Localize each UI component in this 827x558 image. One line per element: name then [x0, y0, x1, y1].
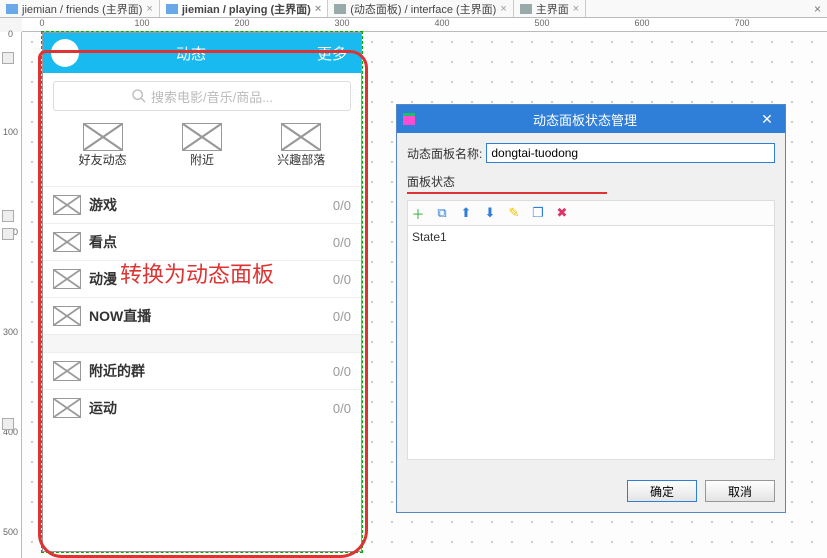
state-item[interactable]: State1 — [412, 230, 770, 244]
close-icon[interactable]: × — [500, 3, 506, 15]
list-section-1: 游戏0/0 看点0/0 动漫0/0 NOW直播0/0 — [43, 186, 361, 334]
icon-friends-feed[interactable]: 好友动态 — [79, 123, 127, 168]
panel-name-input[interactable] — [486, 143, 775, 163]
placeholder-icon — [281, 123, 321, 151]
close-icon[interactable]: ✕ — [749, 105, 785, 133]
list-item[interactable]: 运动0/0 — [43, 389, 361, 426]
header-more[interactable]: 更多 — [317, 43, 347, 64]
placeholder-icon — [182, 123, 222, 151]
list-item[interactable]: NOW直播0/0 — [43, 297, 361, 334]
header-title: 动态 — [79, 43, 303, 64]
tabs-close-icon[interactable]: × — [808, 2, 827, 16]
ok-button[interactable]: 确定 — [627, 480, 697, 502]
tab-friends[interactable]: jiemian / friends (主界面)× — [0, 0, 160, 17]
state-list[interactable]: State1 — [407, 225, 775, 460]
dialog-icon — [403, 113, 415, 125]
icon-interest[interactable]: 兴趣部落 — [277, 123, 325, 168]
copy-state-icon[interactable]: ⧉ — [434, 205, 450, 221]
tool-slot[interactable] — [2, 210, 14, 222]
red-underline-annotation — [407, 192, 607, 194]
search-input[interactable]: 搜索电影/音乐/商品... — [53, 81, 351, 111]
mobile-panel[interactable]: 动态 更多 搜索电影/音乐/商品... 好友动态 附近 兴趣部落 游戏0/0 看… — [42, 32, 362, 552]
duplicate-state-icon[interactable]: ❐ — [530, 205, 546, 221]
placeholder-icon — [53, 398, 81, 418]
avatar[interactable] — [51, 39, 79, 67]
delete-state-icon[interactable]: ✖ — [554, 205, 570, 221]
edit-state-icon[interactable]: ✎ — [506, 205, 522, 221]
placeholder-icon — [53, 306, 81, 326]
list-item[interactable]: 附近的群0/0 — [43, 352, 361, 389]
icon-row: 好友动态 附近 兴趣部落 — [51, 123, 353, 168]
tab-main[interactable]: 主界面× — [514, 0, 586, 17]
tab-strip: jiemian / friends (主界面)× jiemian / playi… — [0, 0, 827, 18]
move-up-icon[interactable]: ⬆ — [458, 205, 474, 221]
placeholder-icon — [53, 361, 81, 381]
list-item[interactable]: 游戏0/0 — [43, 186, 361, 223]
placeholder-icon — [53, 232, 81, 252]
close-icon[interactable]: × — [315, 3, 321, 15]
design-canvas[interactable]: 动态 更多 搜索电影/音乐/商品... 好友动态 附近 兴趣部落 游戏0/0 看… — [22, 32, 827, 558]
dialog-panel-state-manager: 动态面板状态管理 ✕ 动态面板名称: 面板状态 ＋ ⧉ ⬆ ⬇ ✎ ❐ ✖ St… — [396, 104, 786, 513]
close-icon[interactable]: × — [573, 3, 579, 15]
dialog-titlebar[interactable]: 动态面板状态管理 ✕ — [397, 105, 785, 133]
section-label: 面板状态 — [407, 173, 775, 190]
list-item[interactable]: 看点0/0 — [43, 223, 361, 260]
section-gap — [43, 334, 361, 352]
tab-playing[interactable]: jiemian / playing (主界面)× — [160, 0, 328, 17]
left-mini-toolbar — [2, 52, 16, 430]
move-down-icon[interactable]: ⬇ — [482, 205, 498, 221]
placeholder-icon — [83, 123, 123, 151]
panel-header: 动态 更多 — [43, 33, 361, 73]
tool-slot[interactable] — [2, 228, 14, 240]
cancel-button[interactable]: 取消 — [705, 480, 775, 502]
name-label: 动态面板名称: — [407, 145, 482, 162]
ruler-horizontal: 0 100 200 300 400 500 600 700 — [22, 18, 827, 32]
tool-slot[interactable] — [2, 52, 14, 64]
close-icon[interactable]: × — [146, 3, 152, 15]
search-icon — [131, 88, 147, 104]
list-section-2: 附近的群0/0 运动0/0 — [43, 352, 361, 426]
tool-slot[interactable] — [2, 418, 14, 430]
search-placeholder: 搜索电影/音乐/商品... — [151, 87, 273, 106]
state-toolbar: ＋ ⧉ ⬆ ⬇ ✎ ❐ ✖ — [407, 200, 775, 225]
dialog-title: 动态面板状态管理 — [421, 110, 749, 129]
tab-interface[interactable]: (动态面板) / interface (主界面)× — [328, 0, 514, 17]
icon-nearby[interactable]: 附近 — [182, 123, 222, 168]
placeholder-icon — [53, 195, 81, 215]
list-item[interactable]: 动漫0/0 — [43, 260, 361, 297]
add-state-icon[interactable]: ＋ — [410, 205, 426, 221]
placeholder-icon — [53, 269, 81, 289]
